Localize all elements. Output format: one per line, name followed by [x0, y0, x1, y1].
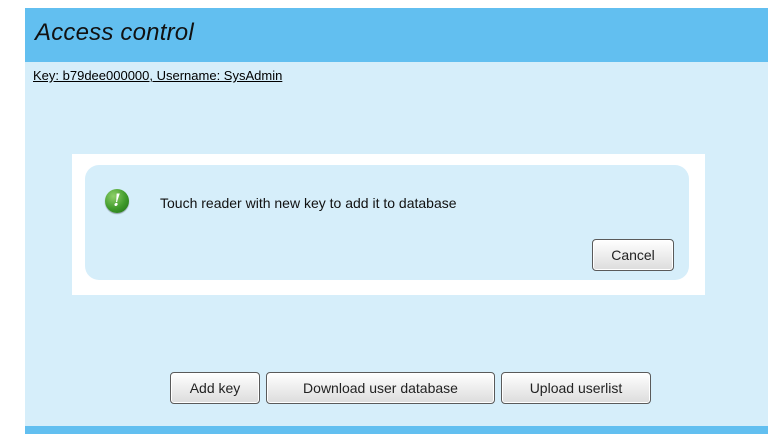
dialog-body: ! Touch reader with new key to add it to…: [85, 165, 689, 280]
key-username-link[interactable]: Key: b79dee000000, Username: SysAdmin: [33, 68, 282, 83]
cancel-button[interactable]: Cancel: [592, 239, 674, 271]
upload-userlist-button[interactable]: Upload userlist: [501, 372, 651, 404]
access-control-panel: Access control Key: b79dee000000, Userna…: [25, 8, 768, 434]
alert-exclamation-icon: !: [105, 189, 129, 213]
add-key-dialog: ! Touch reader with new key to add it to…: [72, 154, 705, 295]
bottom-bar: [25, 426, 768, 434]
page-title: Access control: [35, 19, 194, 46]
title-bar: Access control: [25, 8, 768, 62]
dialog-message: Touch reader with new key to add it to d…: [160, 195, 457, 211]
download-user-database-button[interactable]: Download user database: [266, 372, 495, 404]
add-key-button[interactable]: Add key: [170, 372, 260, 404]
